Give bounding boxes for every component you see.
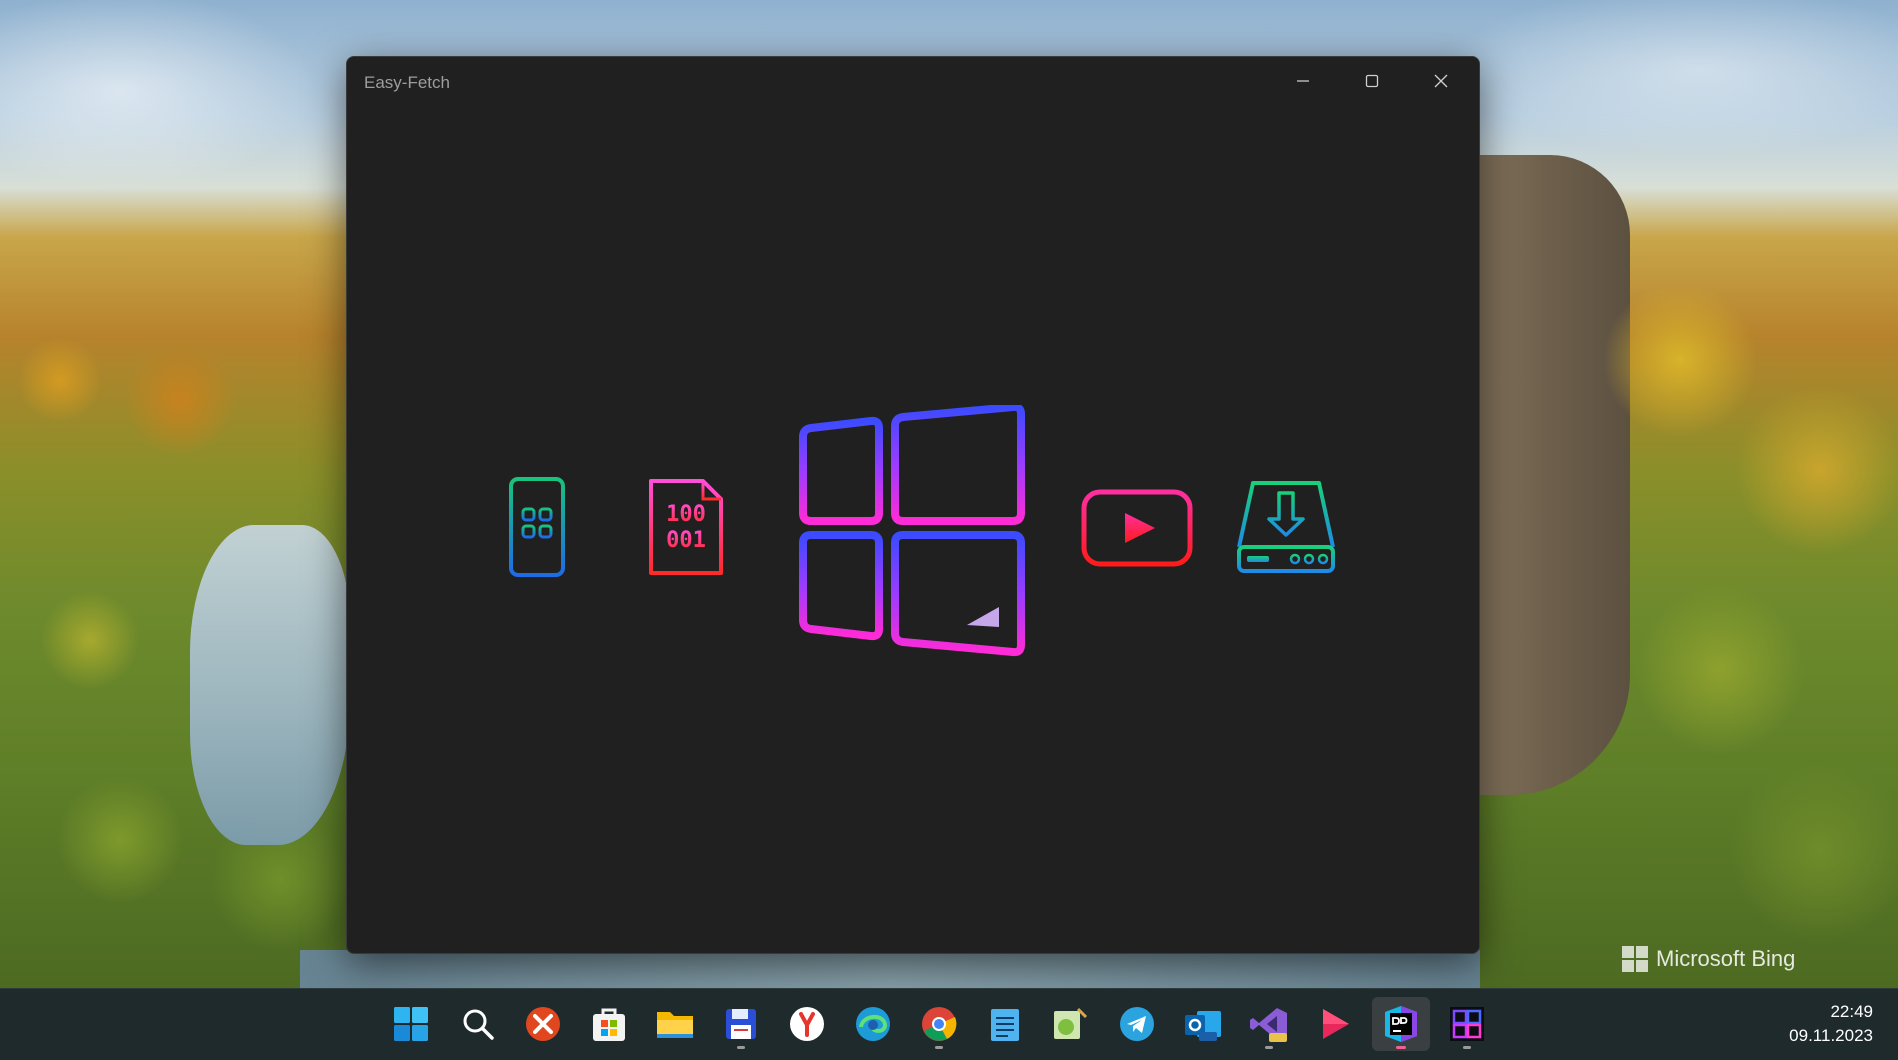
- wallpaper-trees-right: [1560, 210, 1898, 988]
- active-indicator: [1396, 1046, 1406, 1049]
- app-grid-icon: [1450, 1007, 1484, 1041]
- dotpeek-icon: [1385, 1006, 1417, 1042]
- taskbar-start[interactable]: [382, 997, 440, 1051]
- taskbar-microsoft-store[interactable]: [580, 997, 638, 1051]
- binary-text-top: 100: [666, 502, 706, 527]
- notepad-icon: [991, 1009, 1019, 1041]
- taskbar-clock[interactable]: 22:49 09.11.2023: [1789, 1000, 1873, 1048]
- floppy-save-icon: [726, 1009, 756, 1039]
- microsoft-store-icon: [593, 1008, 625, 1041]
- clock-date: 09.11.2023: [1789, 1026, 1873, 1045]
- edge-icon: [856, 1007, 890, 1041]
- taskbar-notepad-plus-plus[interactable]: [1040, 997, 1098, 1051]
- running-indicator: [1265, 1046, 1273, 1049]
- running-indicator: [1463, 1046, 1471, 1049]
- taskbar-visual-studio-preview[interactable]: [1240, 997, 1298, 1051]
- youtube-play-icon[interactable]: [1079, 485, 1195, 571]
- start-icon: [394, 1007, 428, 1041]
- telegram-icon: [1120, 1007, 1154, 1041]
- media-player-icon: [1323, 1009, 1349, 1039]
- app-window: Easy-Fetch 100 001: [346, 56, 1480, 954]
- taskbar-search[interactable]: [449, 997, 507, 1051]
- notepad-plus-plus-icon: [1054, 1007, 1088, 1039]
- taskbar-chrome[interactable]: [910, 997, 968, 1051]
- bing-watermark-label: Microsoft Bing: [1656, 946, 1796, 971]
- taskbar-outlook-preview[interactable]: [1174, 997, 1232, 1051]
- mobile-apps-icon[interactable]: [507, 475, 567, 579]
- taskbar-media-player[interactable]: [1306, 997, 1364, 1051]
- wallpaper-river: [300, 950, 1480, 988]
- taskbar-dotpeek[interactable]: [1372, 997, 1430, 1051]
- bing-logo-icon: [1622, 946, 1648, 972]
- binary-file-icon[interactable]: 100 001: [645, 475, 727, 579]
- taskbar-notepad[interactable]: [976, 997, 1034, 1051]
- yandex-browser-icon: [790, 1007, 824, 1041]
- search-icon: [463, 1009, 494, 1040]
- binary-text-bottom: 001: [666, 528, 706, 553]
- taskbar-app-grid[interactable]: [1438, 997, 1496, 1051]
- running-indicator: [935, 1046, 943, 1049]
- taskbar-telegram[interactable]: [1108, 997, 1166, 1051]
- visual-studio-preview-icon: [1250, 1008, 1287, 1042]
- wallpaper-lake: [190, 525, 350, 845]
- running-indicator: [737, 1046, 745, 1049]
- file-explorer-icon: [657, 1012, 693, 1038]
- taskbar-anydesk[interactable]: [514, 997, 572, 1051]
- clock-time: 22:49: [1830, 1002, 1873, 1021]
- taskbar-floppy-save[interactable]: [712, 997, 770, 1051]
- chrome-icon: [922, 1007, 957, 1041]
- taskbar-yandex-browser[interactable]: [778, 997, 836, 1051]
- anydesk-icon: [526, 1007, 560, 1041]
- taskbar: [0, 988, 1898, 1060]
- download-drive-icon[interactable]: [1233, 475, 1339, 579]
- taskbar-file-explorer[interactable]: [646, 997, 704, 1051]
- feature-icons: 100 001: [347, 57, 1479, 953]
- windows-logo-icon[interactable]: [787, 405, 1043, 657]
- outlook-preview-icon: [1185, 1011, 1221, 1041]
- bing-watermark[interactable]: Microsoft Bing: [1622, 944, 1795, 974]
- taskbar-edge[interactable]: [844, 997, 902, 1051]
